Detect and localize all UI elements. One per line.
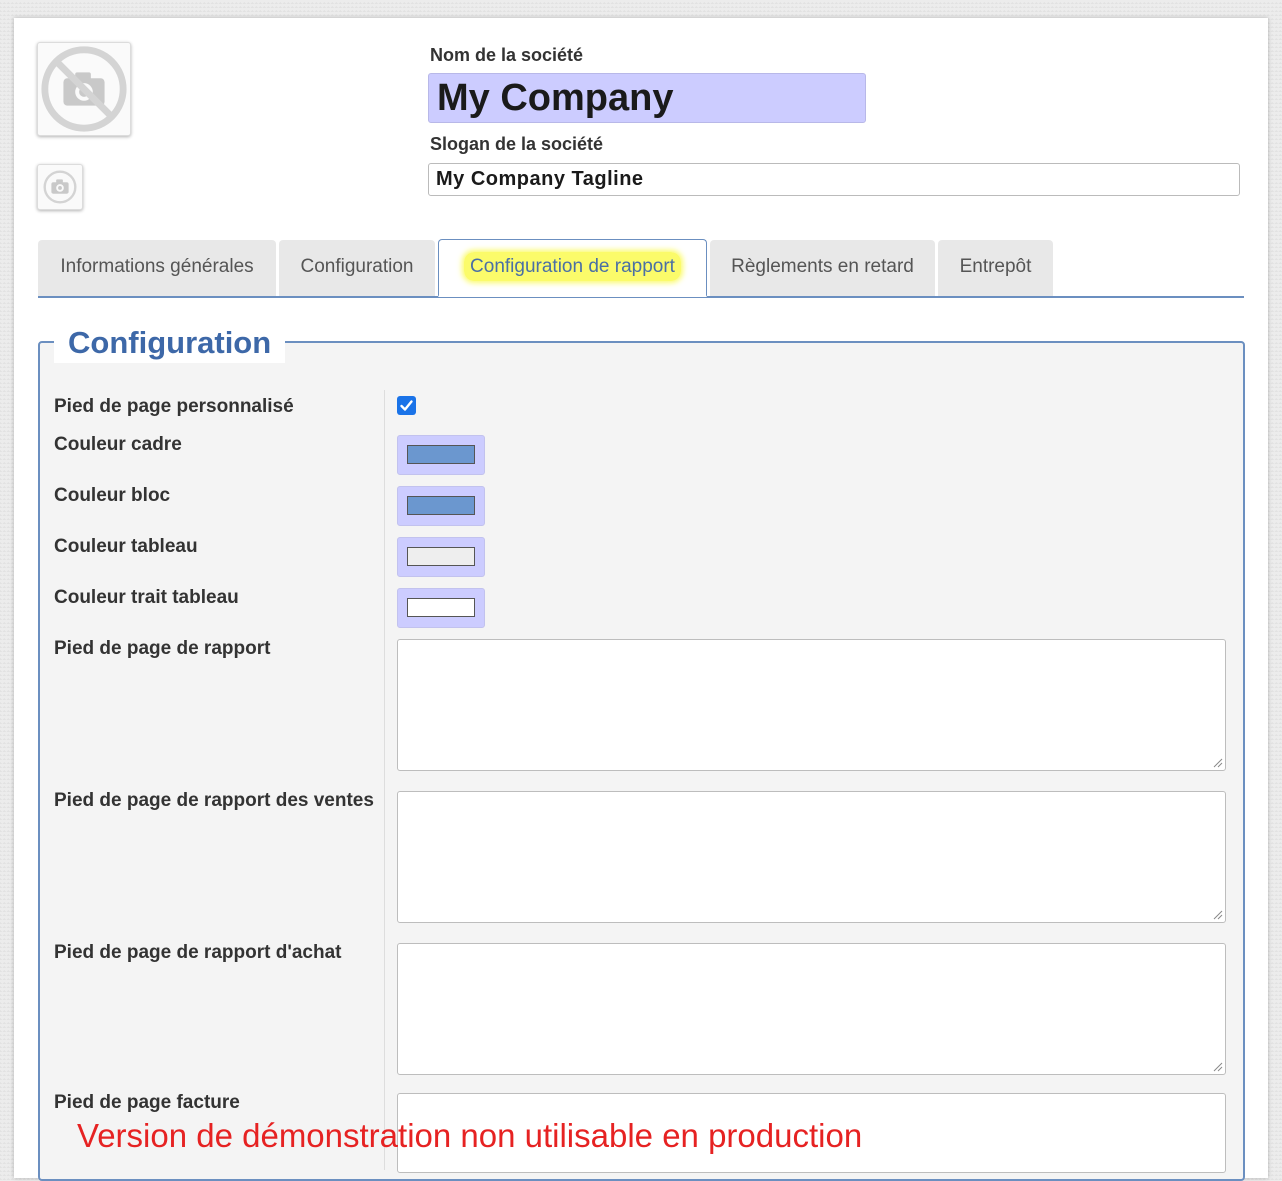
tab-warehouse[interactable]: Entrepôt: [938, 240, 1053, 296]
company-logo-small[interactable]: [37, 164, 83, 210]
resize-grip-icon[interactable]: [1211, 908, 1223, 920]
custom-footer-checkbox[interactable]: [397, 396, 416, 415]
block-color-swatch: [407, 496, 475, 515]
sales-report-footer-textarea[interactable]: [397, 791, 1226, 923]
resize-grip-icon[interactable]: [1211, 756, 1223, 768]
purchase-report-footer-textarea[interactable]: [397, 943, 1226, 1075]
report-footer-textarea[interactable]: [397, 639, 1226, 771]
invoice-footer-label: Pied de page facture: [54, 1092, 240, 1113]
sales-report-footer-label: Pied de page de rapport des ventes: [54, 790, 374, 811]
tagline-label: Slogan de la société: [430, 134, 604, 154]
company-name-label: Nom de la société: [430, 45, 584, 65]
tab-report-configuration[interactable]: Configuration de rapport: [438, 239, 707, 297]
demo-watermark: Version de démonstration non utilisable …: [77, 1117, 863, 1154]
table-line-color-picker[interactable]: [397, 588, 485, 628]
tab-general-info[interactable]: Informations générales: [38, 240, 276, 296]
company-name-input[interactable]: My Company: [428, 73, 866, 123]
checkmark-icon: [400, 400, 413, 411]
block-color-picker[interactable]: [397, 486, 485, 526]
tagline-input[interactable]: My Company Tagline: [428, 163, 1240, 196]
frame-color-label: Couleur cadre: [54, 434, 182, 455]
table-line-color-label: Couleur trait tableau: [54, 587, 239, 608]
column-divider: [384, 390, 385, 1170]
frame-color-swatch: [407, 445, 475, 464]
block-color-label: Couleur bloc: [54, 485, 171, 506]
custom-footer-label: Pied de page personnalisé: [54, 396, 294, 417]
resize-grip-icon[interactable]: [1211, 1060, 1223, 1072]
table-color-swatch: [407, 547, 475, 566]
tab-bar: Informations générales Configuration Con…: [38, 239, 1244, 298]
table-line-color-swatch: [407, 598, 475, 617]
report-footer-label: Pied de page de rapport: [54, 638, 271, 659]
purchase-report-footer-label: Pied de page de rapport d'achat: [54, 942, 342, 963]
frame-color-picker[interactable]: [397, 435, 485, 475]
table-color-picker[interactable]: [397, 537, 485, 577]
table-color-label: Couleur tableau: [54, 536, 198, 557]
company-logo[interactable]: [37, 42, 131, 136]
section-title: Configuration: [54, 323, 286, 363]
no-camera-icon: [41, 46, 127, 132]
tab-configuration[interactable]: Configuration: [279, 240, 435, 296]
camera-icon: [43, 170, 77, 204]
tab-late-payments[interactable]: Règlements en retard: [710, 240, 935, 296]
